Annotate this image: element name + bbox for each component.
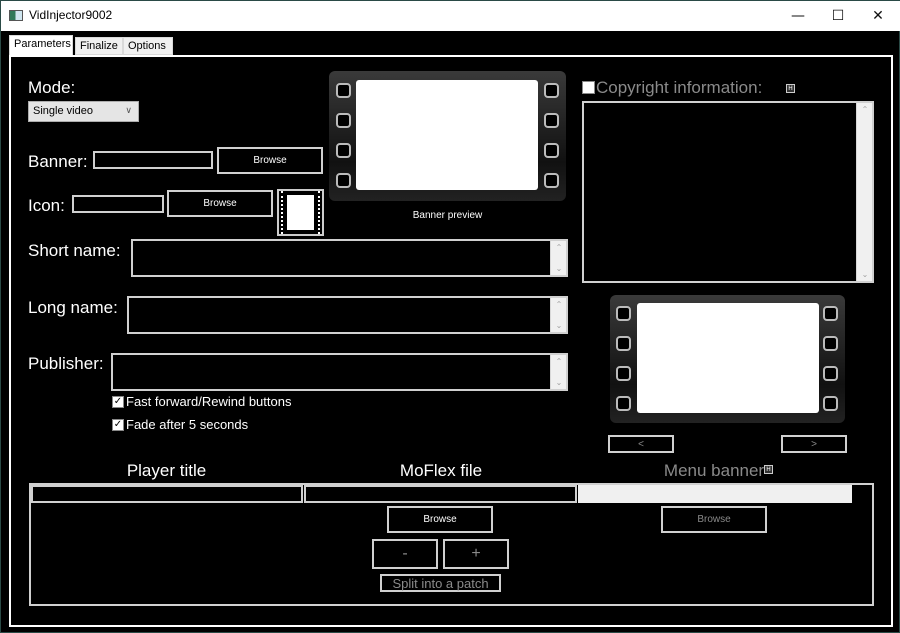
scroll-up-icon[interactable]: ⌃ [551,243,567,252]
icon-label: Icon: [28,196,65,215]
film-hole-icon [616,306,631,321]
film-hole-icon [823,306,838,321]
remove-row-button[interactable]: - [372,539,438,569]
copyright-label: Copyright information: [596,78,763,97]
mode-value: Single video [33,105,93,117]
column-header-moflex-file: MoFlex file [399,461,483,480]
scroll-up-icon[interactable]: ⌃ [551,300,567,309]
mode-label: Mode: [28,78,76,97]
banner-path-input[interactable] [93,151,213,169]
next-banner-button[interactable]: > [781,435,847,453]
mode-dropdown[interactable]: Single video ∨ [28,101,139,122]
add-row-button[interactable]: + [443,539,509,569]
long-name-scrollbar[interactable]: ⌃ ⌄ [550,298,566,332]
copyright-scrollbar[interactable]: ⌃ ⌄ [856,103,872,281]
film-hole-icon [823,396,838,411]
icon-browse-button[interactable]: Browse [167,190,273,217]
banner-browse-button[interactable]: Browse [217,147,323,174]
copyright-textarea[interactable]: ⌃ ⌄ [582,101,874,283]
ffrw-label: Fast forward/Rewind buttons [126,394,292,409]
menu-banner-preview-image [637,303,819,413]
scroll-down-icon[interactable]: ⌄ [551,264,567,273]
tab-finalize[interactable]: Finalize [75,37,123,55]
window-title: VidInjector9002 [29,8,113,22]
short-name-scrollbar[interactable]: ⌃ ⌄ [550,241,566,275]
prev-banner-button[interactable]: < [608,435,674,453]
short-name-input[interactable]: ⌃ ⌄ [131,239,568,277]
help-icon[interactable]: H [786,84,795,93]
scroll-down-icon[interactable]: ⌄ [551,378,567,387]
banner-label: Banner: [28,152,88,171]
banner-preview-label: Banner preview [412,210,483,221]
player-title-input[interactable] [31,485,303,503]
fade-checkbox[interactable]: ✓ [112,419,124,431]
film-hole-icon [616,366,631,381]
scroll-down-icon[interactable]: ⌄ [857,270,873,279]
long-name-label: Long name: [28,298,118,317]
split-into-patch-button[interactable]: Split into a patch [380,574,501,592]
film-hole-icon [336,173,351,188]
film-hole-icon [616,396,631,411]
film-hole-icon [616,336,631,351]
help-icon[interactable]: H [764,465,773,474]
icon-preview-image [287,195,314,230]
icon-preview [277,189,324,236]
publisher-scrollbar[interactable]: ⌃ ⌄ [550,355,566,389]
scroll-up-icon[interactable]: ⌃ [551,357,567,366]
icon-path-input[interactable] [72,195,164,213]
film-hole-icon [544,83,559,98]
copyright-checkbox[interactable] [582,81,595,94]
film-sprocket-right-icon [315,191,320,234]
fade-label: Fade after 5 seconds [126,417,249,432]
column-header-player-title: Player title [126,461,207,480]
scroll-up-icon[interactable]: ⌃ [857,105,873,114]
moflex-file-input[interactable] [304,485,577,503]
film-sprocket-left-icon [281,191,286,234]
ffrw-checkbox[interactable]: ✓ [112,396,124,408]
short-name-label: Short name: [28,241,121,260]
banner-preview-frame [329,71,566,201]
tab-options[interactable]: Options [123,37,173,55]
close-button[interactable]: ✕ [855,1,900,31]
publisher-label: Publisher: [28,354,104,373]
publisher-input[interactable]: ⌃ ⌄ [111,353,568,391]
column-header-menu-banner: Menu banner [663,461,765,480]
film-hole-icon [336,143,351,158]
menu-banner-input[interactable] [578,485,852,503]
film-hole-icon [823,366,838,381]
film-hole-icon [823,336,838,351]
chevron-down-icon: ∨ [125,105,132,115]
film-hole-icon [544,143,559,158]
menu-banner-preview-frame [610,295,845,423]
film-hole-icon [336,83,351,98]
app-window: VidInjector9002 — ☐ ✕ Parameters Finaliz… [0,0,900,633]
moflex-browse-button[interactable]: Browse [387,506,493,533]
app-icon [9,10,23,21]
banner-preview-image [356,80,538,190]
film-hole-icon [544,173,559,188]
long-name-input[interactable]: ⌃ ⌄ [127,296,568,334]
scroll-down-icon[interactable]: ⌄ [551,321,567,330]
tab-parameters[interactable]: Parameters [9,35,73,55]
film-hole-icon [544,113,559,128]
title-bar: VidInjector9002 — ☐ ✕ [1,1,900,31]
film-hole-icon [336,113,351,128]
menu-banner-browse-button[interactable]: Browse [661,506,767,533]
